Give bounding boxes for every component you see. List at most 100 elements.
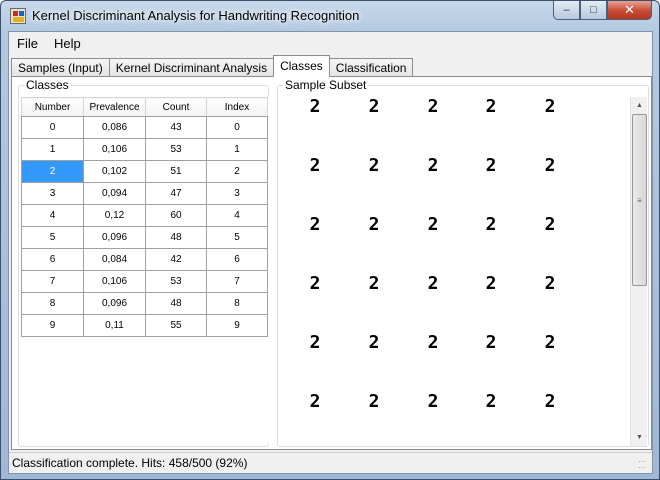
menu-bar: File Help — [9, 32, 652, 54]
classes-grid[interactable]: Number Prevalence Count Index 0 0,086 43 0 1 0,1… — [21, 97, 269, 443]
table-cell[interactable]: 6 — [206, 248, 268, 271]
table-cell[interactable]: 1 — [206, 138, 268, 161]
table-cell[interactable]: 5 — [21, 226, 84, 249]
table-row[interactable]: 6 0,084 42 6 — [21, 248, 268, 271]
close-button[interactable]: ✕ — [607, 1, 652, 20]
table-cell[interactable]: 55 — [145, 314, 207, 337]
table-cell[interactable]: 51 — [145, 160, 207, 183]
table-cell[interactable]: 53 — [145, 138, 207, 161]
sample-digit-image: 2 — [368, 155, 380, 176]
tab-strip: Samples (Input) Kernel Discriminant Anal… — [11, 55, 414, 77]
sample-digit-image: 2 — [544, 332, 556, 353]
menu-file[interactable]: File — [9, 32, 46, 54]
menu-help[interactable]: Help — [46, 32, 89, 54]
table-cell[interactable]: 0,096 — [83, 292, 146, 315]
classes-groupbox: Classes Number Prevalence Count Index 0 0,08… — [18, 78, 269, 447]
sample-digit-image: 2 — [485, 214, 497, 235]
table-cell[interactable]: 43 — [145, 116, 207, 139]
table-cell[interactable]: 7 — [206, 270, 268, 293]
table-cell[interactable]: 0,11 — [83, 314, 146, 337]
sample-digit-image: 2 — [368, 96, 380, 117]
table-cell[interactable]: 0 — [21, 116, 84, 139]
table-cell[interactable]: 9 — [21, 314, 84, 337]
sample-digit-image: 2 — [427, 214, 439, 235]
column-header[interactable]: Prevalence — [83, 97, 146, 117]
vertical-scrollbar[interactable]: ▲ ≡ ▼ — [630, 97, 647, 446]
sample-subset-groupbox: Sample Subset ▲ ≡ ▼ 2 2 2 2 2 2 2 2 2 2 2 2 2 2 2 2 2 2 2 2… — [277, 78, 649, 447]
sample-digit-image: 2 — [544, 155, 556, 176]
sample-digit-image: 2 — [544, 214, 556, 235]
classes-tab-page: Classes Number Prevalence Count Index 0 0,08… — [11, 76, 652, 450]
table-cell[interactable]: 8 — [206, 292, 268, 315]
table-cell[interactable]: 0,106 — [83, 138, 146, 161]
table-cell[interactable]: 48 — [145, 226, 207, 249]
table-cell[interactable]: 4 — [206, 204, 268, 227]
table-row[interactable]: 3 0,094 47 3 — [21, 182, 268, 205]
table-cell[interactable]: 42 — [145, 248, 207, 271]
table-cell[interactable]: 8 — [21, 292, 84, 315]
column-header[interactable]: Index — [206, 97, 268, 117]
table-cell[interactable]: 5 — [206, 226, 268, 249]
status-text: Classification complete. Hits: 458/500 (… — [12, 456, 248, 470]
table-cell[interactable]: 53 — [145, 270, 207, 293]
tab-samples-input[interactable]: Samples (Input) — [11, 58, 110, 77]
tab-kernel-discriminant-analysis[interactable]: Kernel Discriminant Analysis — [108, 58, 275, 77]
table-cell[interactable]: 60 — [145, 204, 207, 227]
title-bar[interactable]: Kernel Discriminant Analysis for Handwri… — [1, 1, 659, 31]
table-cell[interactable]: 9 — [206, 314, 268, 337]
table-row[interactable]: 5 0,096 48 5 — [21, 226, 268, 249]
table-row[interactable]: 0 0,086 43 0 — [21, 116, 268, 139]
sample-subset-group-title: Sample Subset — [283, 78, 369, 92]
sample-digit-image: 2 — [309, 155, 321, 176]
table-cell[interactable]: 0,086 — [83, 116, 146, 139]
table-cell[interactable]: 6 — [21, 248, 84, 271]
sample-digit-image: 2 — [544, 391, 556, 412]
table-cell[interactable]: 0,12 — [83, 204, 146, 227]
sample-digit-image: 2 — [544, 96, 556, 117]
table-cell[interactable]: 0,094 — [83, 182, 146, 205]
scroll-down-icon[interactable]: ▼ — [631, 429, 648, 446]
main-window: Kernel Discriminant Analysis for Handwri… — [0, 0, 660, 480]
tab-classification[interactable]: Classification — [328, 58, 414, 77]
minimize-icon: – — [563, 4, 570, 16]
table-row[interactable]: 1 0,106 53 1 — [21, 138, 268, 161]
table-cell[interactable]: 3 — [21, 182, 84, 205]
tab-classes[interactable]: Classes — [273, 55, 330, 77]
sample-digit-image: 2 — [485, 155, 497, 176]
table-cell[interactable]: 0,096 — [83, 226, 146, 249]
app-icon — [10, 8, 26, 24]
table-row[interactable]: 8 0,096 48 8 — [21, 292, 268, 315]
sample-digit-image: 2 — [368, 214, 380, 235]
table-row[interactable]: 7 0,106 53 7 — [21, 270, 268, 293]
column-header[interactable]: Number — [21, 97, 84, 117]
sample-digit-image: 2 — [309, 391, 321, 412]
maximize-button[interactable]: □ — [580, 1, 607, 20]
table-cell[interactable]: 0,102 — [83, 160, 146, 183]
sample-subset-view[interactable]: ▲ ≡ ▼ 2 2 2 2 2 2 2 2 2 2 2 2 2 2 2 2 2 2 2 2 2 2 2 2 2 2 2 2 2 2 — [280, 96, 648, 446]
table-cell[interactable]: 2 — [206, 160, 268, 183]
scroll-thumb[interactable]: ≡ — [632, 114, 647, 286]
table-row[interactable]: 9 0,11 55 9 — [21, 314, 268, 337]
table-cell[interactable]: 3 — [206, 182, 268, 205]
table-cell[interactable]: 0 — [206, 116, 268, 139]
table-cell[interactable]: 1 — [21, 138, 84, 161]
column-header[interactable]: Count — [145, 97, 207, 117]
table-cell[interactable]: 0,084 — [83, 248, 146, 271]
sample-digit-image: 2 — [485, 273, 497, 294]
resize-grip-icon[interactable]: ⋯ ⋯ — [638, 458, 650, 472]
table-cell[interactable]: 7 — [21, 270, 84, 293]
sample-digit-image: 2 — [368, 391, 380, 412]
minimize-button[interactable]: – — [553, 1, 580, 20]
table-cell[interactable]: 48 — [145, 292, 207, 315]
sample-digit-image: 2 — [309, 214, 321, 235]
scroll-up-icon[interactable]: ▲ — [631, 97, 648, 114]
table-row[interactable]: 2 0,102 51 2 — [21, 160, 268, 183]
table-row[interactable]: 4 0,12 60 4 — [21, 204, 268, 227]
sample-digit-image: 2 — [427, 155, 439, 176]
table-cell[interactable]: 47 — [145, 182, 207, 205]
table-cell[interactable]: 4 — [21, 204, 84, 227]
table-cell[interactable]: 0,106 — [83, 270, 146, 293]
table-cell[interactable]: 2 — [21, 160, 84, 183]
client-area: File Help Samples (Input) Kernel Discrim… — [8, 31, 653, 474]
status-bar: Classification complete. Hits: 458/500 (… — [9, 452, 652, 473]
